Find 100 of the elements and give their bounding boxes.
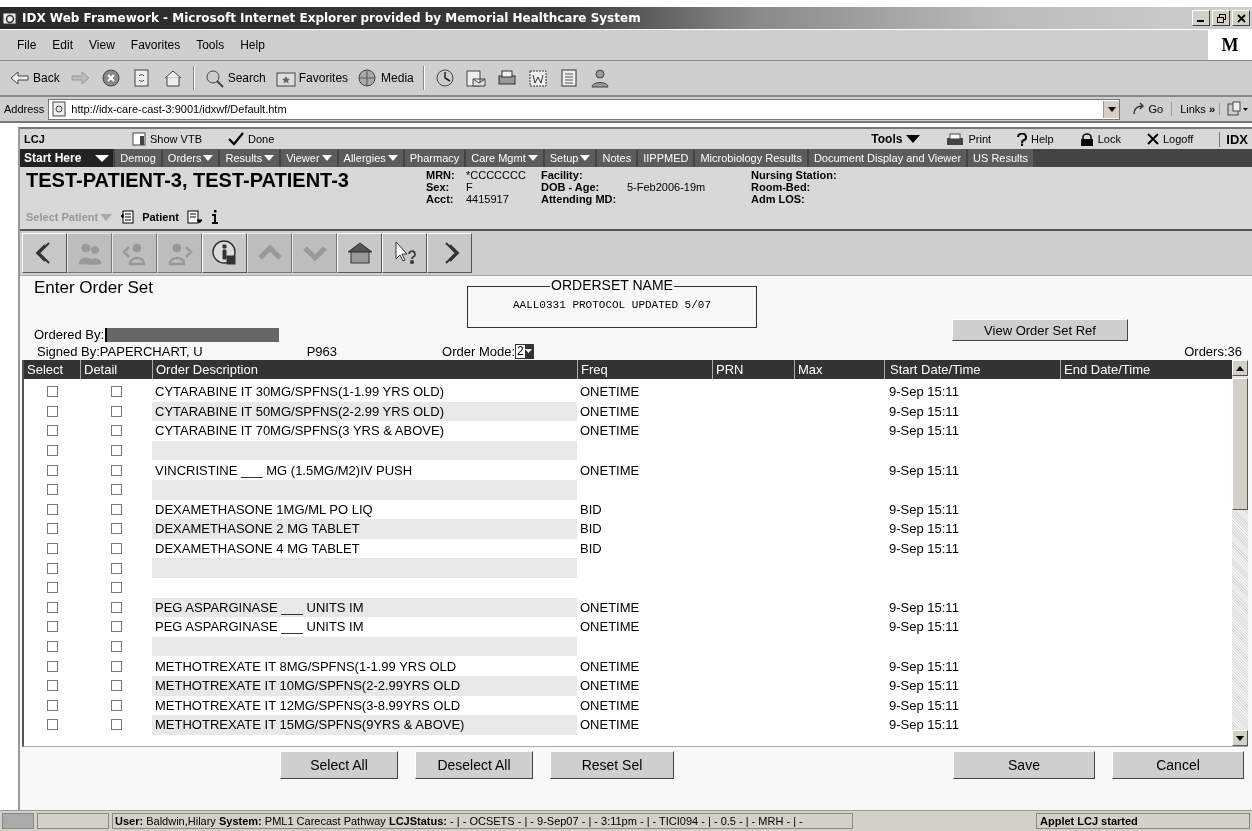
checkbox[interactable]: [110, 699, 122, 711]
action-button[interactable]: Cancel: [1112, 751, 1244, 779]
checkbox[interactable]: [46, 543, 58, 555]
checkbox[interactable]: [110, 680, 122, 692]
column-header[interactable]: Select: [24, 360, 80, 379]
checkbox[interactable]: [110, 660, 122, 672]
checkbox[interactable]: [46, 680, 58, 692]
checkbox[interactable]: [46, 601, 58, 613]
menu-item[interactable]: Edit: [45, 38, 81, 52]
menu-item[interactable]: Tools: [189, 38, 232, 52]
checkbox[interactable]: [46, 445, 58, 457]
checkbox[interactable]: [46, 660, 58, 672]
toolbar-link[interactable]: Show VTB: [132, 132, 202, 146]
menu-item[interactable]: File: [10, 38, 44, 52]
action-button[interactable]: Save: [953, 751, 1095, 779]
table-cell: METHOTREXATE IT 8MG/SPFNS(1-1.99 YRS OLD: [155, 658, 457, 674]
toolbar-link[interactable]: Done: [227, 132, 275, 146]
toolbar-button[interactable]: Media: [354, 68, 417, 88]
checkbox[interactable]: [110, 641, 122, 652]
toolbar-button[interactable]: Favorites: [271, 68, 352, 88]
document-arrow-icon[interactable]: [186, 210, 203, 224]
checkbox[interactable]: [46, 582, 58, 594]
toolbar-link[interactable]: Lock: [1079, 132, 1121, 146]
checkbox[interactable]: [46, 621, 58, 633]
tab[interactable]: Demog: [115, 149, 163, 167]
patient-link[interactable]: Patient: [142, 211, 179, 223]
tab[interactable]: Document Display and Viewer: [808, 149, 969, 167]
scroll-up-icon[interactable]: [1236, 365, 1244, 371]
view-order-set-ref-button[interactable]: View Order Set Ref: [952, 319, 1128, 341]
order-mode-select[interactable]: 2: [515, 343, 534, 359]
tab[interactable]: Viewer: [281, 149, 339, 167]
window-pages-icon[interactable]: [1227, 101, 1249, 117]
checkbox[interactable]: [110, 523, 122, 535]
ordered-by-field[interactable]: [105, 327, 280, 342]
tab[interactable]: IIPPMED: [638, 149, 696, 167]
restore-button[interactable]: [1212, 10, 1230, 26]
field-label: DOB - Age:: [541, 181, 601, 193]
checkbox[interactable]: [46, 484, 58, 496]
tab[interactable]: Allergies: [338, 149, 405, 167]
toolbar-link[interactable]: Logoff: [1146, 133, 1194, 145]
tab[interactable]: Pharmacy: [404, 149, 467, 167]
checkbox[interactable]: [46, 699, 58, 711]
vertical-scrollbar[interactable]: [1232, 360, 1248, 746]
checkbox[interactable]: [110, 464, 122, 476]
checkbox[interactable]: [46, 386, 58, 398]
minimize-button[interactable]: [1192, 10, 1210, 26]
checkbox[interactable]: [110, 601, 122, 613]
checkbox[interactable]: [110, 543, 122, 555]
action-button[interactable]: Reset Sel: [550, 751, 674, 779]
dropdown-button[interactable]: [1103, 100, 1120, 118]
checkbox[interactable]: [110, 484, 122, 496]
checkbox[interactable]: [110, 621, 122, 633]
info-icon[interactable]: [210, 210, 219, 224]
toolbar-link[interactable]: Help: [1017, 132, 1054, 146]
info-icon[interactable]: [202, 233, 247, 273]
pointer-question-icon[interactable]: [382, 233, 427, 273]
checkbox[interactable]: [46, 523, 58, 535]
scroll-down-icon[interactable]: [1236, 735, 1244, 741]
document-icon[interactable]: [120, 210, 135, 224]
tab[interactable]: Orders: [162, 149, 221, 167]
checkbox[interactable]: [110, 719, 122, 731]
tab[interactable]: Setup: [544, 149, 598, 167]
checkbox[interactable]: [110, 562, 122, 574]
checkbox[interactable]: [110, 386, 122, 398]
action-button[interactable]: Select All: [280, 751, 398, 779]
toolbar-button[interactable]: Back: [6, 68, 63, 88]
checkbox[interactable]: [46, 405, 58, 417]
tools-menu[interactable]: Tools: [871, 132, 921, 146]
tab[interactable]: Start Here: [20, 149, 116, 167]
close-button[interactable]: [1232, 10, 1250, 26]
tab[interactable]: Notes: [597, 149, 639, 167]
table-cell: 9-Sep 15:11: [889, 423, 959, 439]
menu-item[interactable]: View: [82, 38, 122, 52]
checkbox[interactable]: [46, 425, 58, 437]
tab[interactable]: Microbiology Results: [695, 149, 809, 167]
orderset-name: AALL0331 PROTOCOL UPDATED 5/07: [512, 299, 711, 313]
page-icon: [51, 101, 68, 117]
tab[interactable]: Care Mgmt: [466, 149, 545, 167]
checkbox[interactable]: [110, 503, 122, 515]
checkbox[interactable]: [110, 405, 122, 417]
links-button[interactable]: Links »: [1176, 103, 1220, 115]
toolbar-button[interactable]: Search: [200, 68, 269, 88]
address-field[interactable]: http://idx-care-cast-3:9001/idxwf/Default.htm: [48, 98, 1121, 120]
checkbox[interactable]: [110, 582, 122, 594]
house-icon[interactable]: [337, 233, 382, 273]
checkbox[interactable]: [46, 641, 58, 652]
checkbox[interactable]: [46, 503, 58, 515]
tab[interactable]: US Results: [968, 149, 1036, 167]
field-label: Attending MD:: [541, 193, 618, 205]
checkbox[interactable]: [46, 562, 58, 574]
checkbox[interactable]: [110, 425, 122, 437]
go-button[interactable]: Go: [1124, 102, 1173, 116]
checkbox[interactable]: [46, 464, 58, 476]
action-button[interactable]: Deselect All: [415, 751, 533, 779]
menu-item[interactable]: Help: [233, 38, 272, 52]
menu-item[interactable]: Favorites: [123, 38, 188, 52]
tab[interactable]: Results: [220, 149, 282, 167]
toolbar-link[interactable]: Print: [946, 132, 992, 146]
checkbox[interactable]: [110, 445, 122, 457]
checkbox[interactable]: [46, 719, 58, 731]
